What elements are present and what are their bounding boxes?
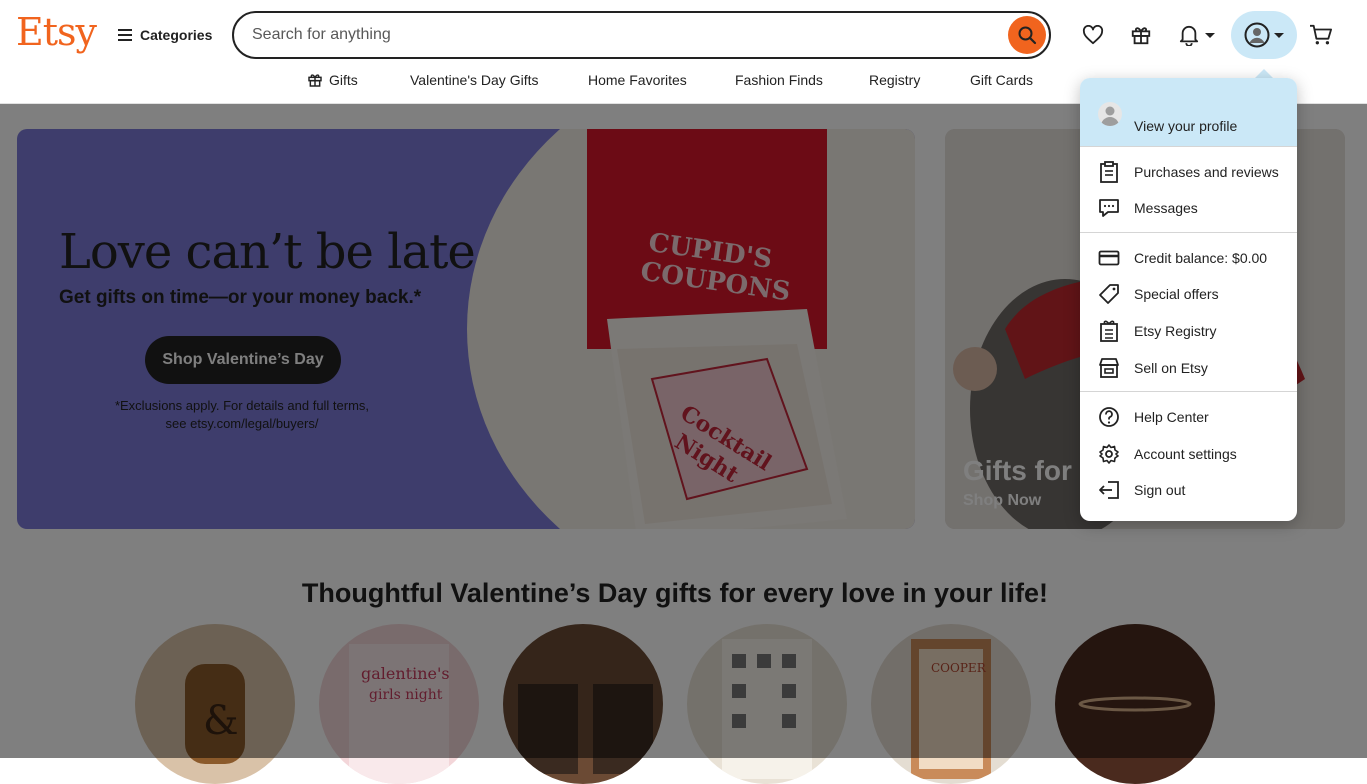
dropdown-pointer [1255, 69, 1273, 78]
account-settings-item[interactable]: Account settings [1080, 436, 1297, 472]
search-icon [1018, 26, 1037, 45]
storefront-icon [1098, 357, 1120, 379]
user-avatar-icon [1244, 22, 1270, 48]
messages-label: Messages [1134, 200, 1198, 216]
categories-button[interactable]: Categories [118, 22, 212, 48]
categories-label: Categories [140, 27, 213, 43]
hamburger-icon [118, 29, 132, 41]
credit-card-icon [1098, 247, 1120, 269]
nav-item-label: Gifts [329, 72, 358, 88]
chevron-down-icon [1274, 32, 1284, 38]
sign-out-item[interactable]: Sign out [1080, 472, 1297, 508]
special-offers-item[interactable]: Special offers [1080, 276, 1297, 312]
bell-icon [1179, 25, 1199, 46]
sign-out-icon [1098, 479, 1120, 501]
etsy-logo[interactable]: Etsy [16, 10, 97, 54]
account-button[interactable] [1231, 11, 1297, 59]
sell-on-etsy-label: Sell on Etsy [1134, 360, 1208, 376]
heart-icon [1082, 25, 1104, 45]
message-icon [1098, 197, 1120, 219]
messages-item[interactable]: Messages [1080, 190, 1297, 226]
account-dropdown-menu: View your profile Purchases and reviews … [1080, 78, 1297, 521]
nav-item-registry[interactable]: Registry [869, 72, 920, 88]
view-profile-label: View your profile [1134, 118, 1238, 134]
search-input[interactable] [252, 23, 992, 47]
help-center-item[interactable]: Help Center [1080, 399, 1297, 435]
account-settings-label: Account settings [1134, 446, 1237, 462]
avatar [1098, 102, 1122, 126]
gift-mode-button[interactable] [1123, 17, 1159, 53]
nav-item-fashion-finds[interactable]: Fashion Finds [735, 72, 823, 88]
dropdown-divider [1080, 146, 1297, 147]
gift-icon [308, 74, 322, 87]
purchases-reviews-label: Purchases and reviews [1134, 164, 1279, 180]
dropdown-divider [1080, 232, 1297, 233]
nav-item-gift-cards[interactable]: Gift Cards [970, 72, 1033, 88]
help-center-label: Help Center [1134, 409, 1209, 425]
etsy-registry-label: Etsy Registry [1134, 323, 1217, 339]
credit-balance-item[interactable]: Credit balance: $0.00 [1080, 240, 1297, 276]
gift-icon [1131, 27, 1151, 45]
nav-item-valentines[interactable]: Valentine's Day Gifts [410, 72, 538, 88]
sell-on-etsy-item[interactable]: Sell on Etsy [1080, 350, 1297, 386]
favorites-button[interactable] [1075, 17, 1111, 53]
help-icon [1098, 406, 1120, 428]
nav-item-home-favorites[interactable]: Home Favorites [588, 72, 687, 88]
cart-button[interactable] [1303, 17, 1339, 53]
view-profile-item[interactable]: View your profile [1080, 78, 1297, 146]
cart-icon [1310, 24, 1332, 45]
chevron-down-icon [1205, 32, 1215, 38]
gear-icon [1098, 443, 1120, 465]
notifications-button[interactable] [1173, 17, 1221, 53]
search-button[interactable] [1008, 16, 1046, 54]
sign-out-label: Sign out [1134, 482, 1186, 498]
user-avatar-icon [1101, 106, 1119, 126]
credit-balance-label: Credit balance: $0.00 [1134, 250, 1268, 266]
special-offers-label: Special offers [1134, 286, 1219, 302]
clipboard-icon [1098, 161, 1120, 183]
etsy-registry-item[interactable]: Etsy Registry [1080, 313, 1297, 349]
tag-icon [1098, 283, 1120, 305]
nav-item-gifts[interactable]: Gifts [307, 72, 358, 88]
registry-icon [1098, 320, 1120, 342]
dropdown-divider [1080, 391, 1297, 392]
purchases-reviews-item[interactable]: Purchases and reviews [1080, 154, 1297, 190]
search-bar [232, 11, 1051, 59]
